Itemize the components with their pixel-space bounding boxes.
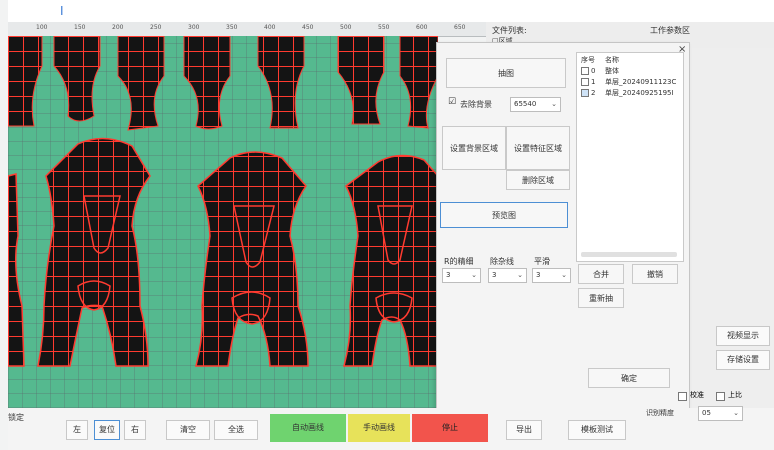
shape-main-1 (37, 137, 151, 367)
reset-button[interactable]: 复位 (94, 420, 120, 440)
row-name: 单层_20240911123C (605, 78, 677, 86)
chevron-down-icon: ⌄ (471, 271, 477, 279)
remove-background-checkbox[interactable]: ☑ (448, 97, 456, 107)
remove-background-label: 去除背景 (460, 100, 492, 109)
clear-button[interactable]: 清空 (166, 420, 210, 440)
cancel-button[interactable]: 撤销 (632, 264, 678, 284)
shape-top-2 (117, 36, 165, 131)
work-params-label: 工作参数区 (650, 26, 690, 35)
shape-top-1 (53, 36, 101, 122)
param-value-1: 3 (492, 271, 497, 279)
shape-main-0 (8, 173, 25, 367)
image-preview[interactable] (8, 36, 438, 408)
shape-top-0 (8, 36, 43, 127)
param-value-2: 3 (536, 271, 541, 279)
ruler-tick: 550 (378, 24, 390, 31)
select-all-button[interactable]: 全选 (214, 420, 258, 440)
param-label-2: 平滑 (534, 257, 550, 266)
chevron-down-icon: ⌄ (561, 271, 567, 279)
header-index: 序号 (581, 56, 595, 64)
auto-draw-button[interactable]: 自动画线 (270, 414, 346, 442)
accuracy-value: 05 (702, 409, 711, 417)
lock-label: 锁定 (8, 413, 24, 422)
bottom-toolbar: 锁定 左 复位 右 清空 全选 自动画线 手动画线 停止 导出 模板测试 识别精… (8, 406, 774, 450)
file-list-label: 文件列表: (492, 26, 527, 35)
shape-top-6 (399, 36, 438, 129)
ruler-tick: 500 (340, 24, 352, 31)
template-test-button[interactable]: 模板测试 (568, 420, 626, 440)
list-item[interactable]: 0 整体 (577, 66, 683, 76)
shape-main-3 (343, 154, 438, 367)
accuracy-select[interactable]: 05 ⌄ (698, 406, 743, 421)
row-name: 单层_20240925195I (605, 89, 674, 97)
shape-main-2 (195, 151, 309, 367)
horizontal-ruler: 100 150 200 250 300 350 400 450 500 550 600 650 (8, 22, 486, 37)
cursor-icon: I (60, 4, 64, 18)
manual-draw-button[interactable]: 手动画线 (348, 414, 410, 442)
ruler-tick: 400 (264, 24, 276, 31)
chevron-down-icon: ⌄ (551, 100, 557, 108)
region-list[interactable]: 序号 名称 0 整体 1 单层_20240911123C 2 单层_202409… (576, 52, 684, 262)
storage-settings-button[interactable]: 存储设置 (716, 350, 770, 370)
threshold-select[interactable]: 65540 ⌄ (510, 97, 561, 112)
row-index: 0 (591, 67, 596, 75)
list-item[interactable]: 1 单层_20240911123C (577, 77, 683, 87)
extract-button[interactable]: 抽图 (446, 58, 566, 88)
export-button[interactable]: 导出 (506, 420, 542, 440)
list-item[interactable]: 2 单层_20240925195I (577, 88, 683, 98)
param-value-0: 3 (446, 271, 451, 279)
ruler-tick: 600 (416, 24, 428, 31)
row-index: 2 (591, 89, 596, 97)
ratio-checkbox[interactable] (716, 392, 725, 401)
chevron-down-icon: ⌄ (517, 271, 523, 279)
row-name: 整体 (605, 67, 619, 75)
ruler-tick: 250 (150, 24, 162, 31)
list-header: 序号 名称 (577, 55, 683, 65)
far-right-panel: 视频显示 存储设置 (686, 48, 774, 418)
param-label-0: R的精细 (444, 257, 474, 266)
video-display-button[interactable]: 视频显示 (716, 326, 770, 346)
confirm-button[interactable]: 确定 (588, 368, 670, 388)
pattern-shapes (8, 36, 438, 367)
calibrate-checkbox[interactable] (678, 392, 687, 401)
top-toolbar: I (8, 0, 774, 22)
param-label-1: 除杂线 (490, 257, 514, 266)
row-checkbox[interactable] (581, 78, 589, 86)
preview-button[interactable]: 预览图 (440, 202, 568, 228)
ruler-tick: 300 (188, 24, 200, 31)
merge-button[interactable]: 合并 (578, 264, 624, 284)
param-select-1[interactable]: 3 ⌄ (488, 268, 527, 283)
right-button[interactable]: 右 (124, 420, 146, 440)
shape-top-5 (337, 36, 385, 125)
param-select-2[interactable]: 3 ⌄ (532, 268, 571, 283)
stop-button[interactable]: 停止 (412, 414, 488, 442)
ruler-tick: 650 (454, 24, 466, 31)
shape-top-4 (257, 36, 305, 129)
delete-region-button[interactable]: 删除区域 (506, 170, 570, 190)
ruler-tick: 350 (226, 24, 238, 31)
ratio-label: 上比 (728, 391, 742, 399)
ruler-tick: 100 (36, 24, 48, 31)
row-checkbox[interactable] (581, 89, 589, 97)
left-button[interactable]: 左 (66, 420, 88, 440)
header-name: 名称 (605, 56, 619, 64)
shape-top-3 (183, 36, 231, 130)
param-select-0[interactable]: 3 ⌄ (442, 268, 481, 283)
accuracy-label: 识别精度 (646, 409, 674, 417)
ruler-tick: 200 (112, 24, 124, 31)
refresh-button[interactable]: 重新抽 (578, 288, 624, 308)
ruler-tick: 150 (74, 24, 86, 31)
horizontal-scrollbar[interactable] (581, 252, 677, 257)
chevron-down-icon: ⌄ (733, 409, 739, 417)
ruler-tick: 450 (302, 24, 314, 31)
set-feature-region-button[interactable]: 设置特征区域 (506, 126, 570, 170)
calibrate-label: 校准 (690, 391, 704, 399)
row-checkbox[interactable] (581, 67, 589, 75)
threshold-value: 65540 (514, 100, 537, 108)
set-background-region-button[interactable]: 设置背景区域 (442, 126, 506, 170)
row-index: 1 (591, 78, 596, 86)
